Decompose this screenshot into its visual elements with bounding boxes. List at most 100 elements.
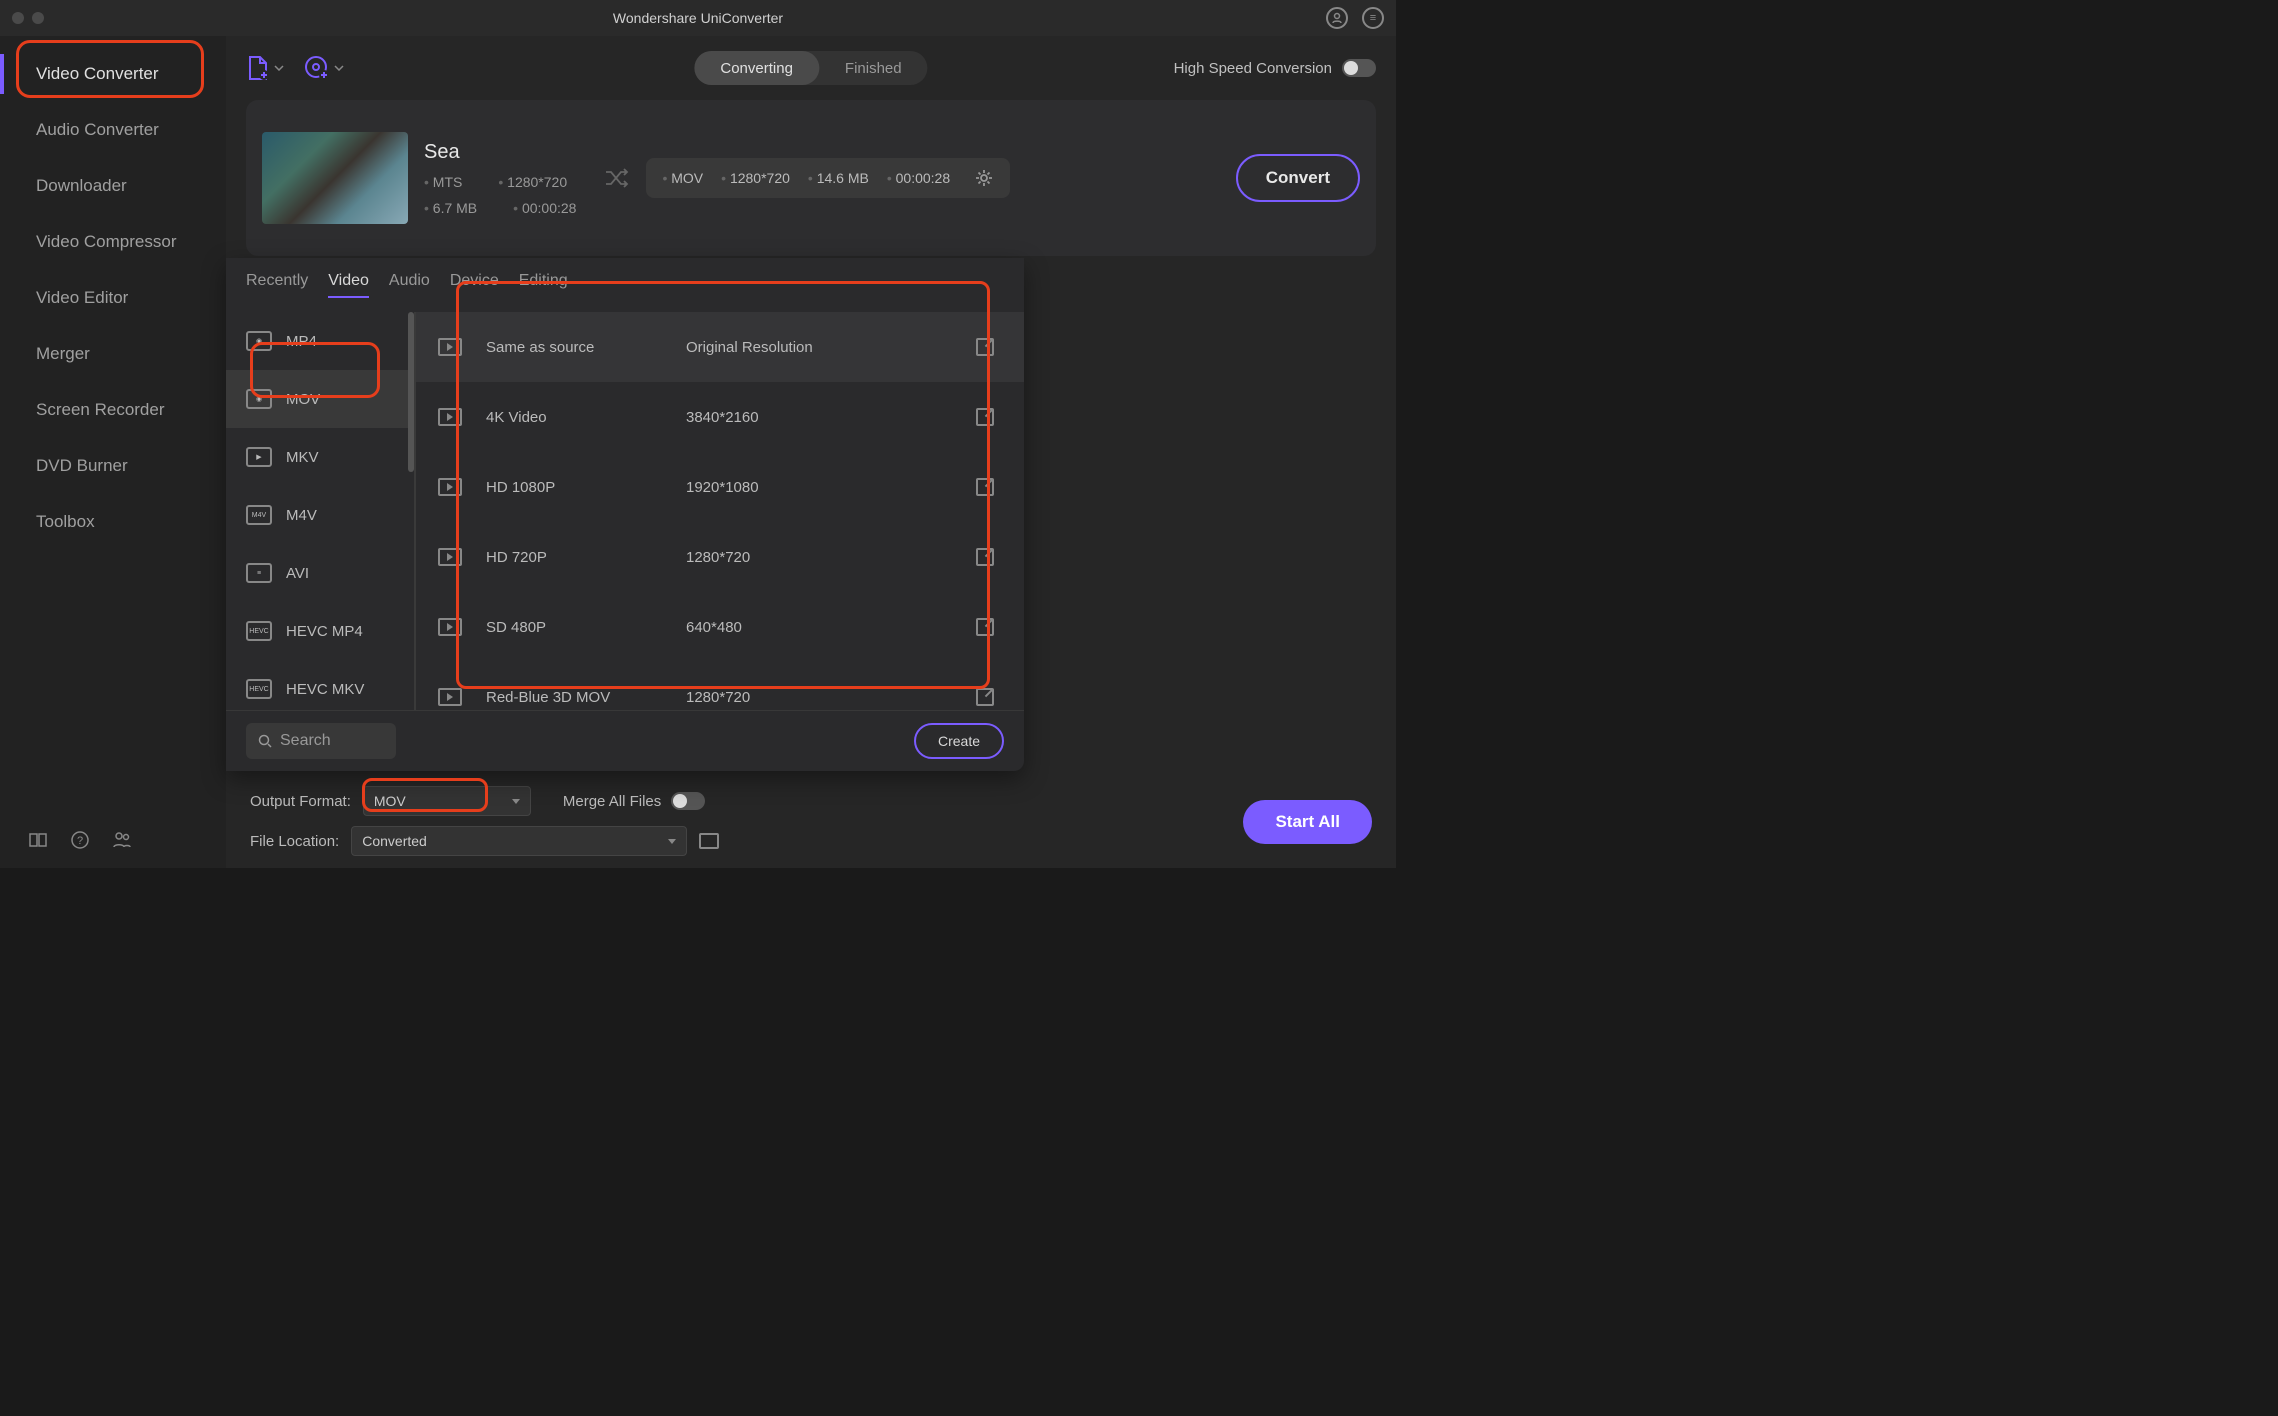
edit-icon[interactable] [976,688,994,706]
sidebar-item-audio-converter[interactable]: Audio Converter [0,102,226,158]
search-icon [258,734,272,748]
format-label: AVI [286,565,309,582]
gear-icon[interactable] [974,168,994,188]
sidebar-item-label: Downloader [36,176,127,196]
sidebar-item-label: Video Converter [36,64,159,84]
fp-tab-editing[interactable]: Editing [519,272,568,298]
convert-button[interactable]: Convert [1236,154,1360,202]
film-icon: ▶ [246,447,272,467]
titlebar: Wondershare UniConverter ≡ [0,0,1396,36]
video-thumbnail[interactable] [262,132,408,224]
edit-icon[interactable] [976,408,994,426]
fp-tab-recently[interactable]: Recently [246,272,308,298]
edit-icon[interactable] [976,618,994,636]
sidebar-item-toolbox[interactable]: Toolbox [0,494,226,550]
bottom-bar: Output Format: MOV Merge All Files File … [226,778,1396,868]
resolution-item[interactable]: Red-Blue 3D MOV 1280*720 [416,662,1024,710]
shuffle-icon [602,164,630,192]
format-item-hevc-mkv[interactable]: HEVCHEVC MKV [226,660,414,710]
src-dur: 00:00:28 [513,200,576,216]
res-dim: 1280*720 [686,549,952,566]
sidebar-item-screen-recorder[interactable]: Screen Recorder [0,382,226,438]
src-dim: 1280*720 [498,174,567,190]
resolution-list[interactable]: Same as source Original Resolution 4K Vid… [416,312,1024,710]
users-icon[interactable] [112,830,132,850]
tab-finished[interactable]: Finished [819,51,928,85]
edit-icon[interactable] [976,338,994,356]
sidebar-item-label: Video Editor [36,288,128,308]
file-location-label: File Location: [250,833,339,850]
video-icon [438,478,462,496]
content-area: Converting Finished High Speed Conversio… [226,36,1396,868]
sidebar-item-video-editor[interactable]: Video Editor [0,270,226,326]
feedback-icon[interactable]: ≡ [1362,7,1384,29]
format-item-m4v[interactable]: M4VM4V [226,486,414,544]
account-icon[interactable] [1326,7,1348,29]
guide-icon[interactable] [28,830,48,850]
video-icon [438,408,462,426]
resolution-item[interactable]: HD 720P 1280*720 [416,522,1024,592]
output-format-value: MOV [374,793,406,809]
sidebar-item-video-compressor[interactable]: Video Compressor [0,214,226,270]
format-label: M4V [286,507,317,524]
res-name: Same as source [486,339,662,356]
format-item-avi[interactable]: ≡ AVI [226,544,414,602]
res-dim: Original Resolution [686,339,952,356]
resolution-item[interactable]: Same as source Original Resolution [416,312,1024,382]
file-location-select[interactable]: Converted [351,826,687,856]
film-icon: ≡ [246,563,272,583]
res-name: 4K Video [486,409,662,426]
format-item-mkv[interactable]: ▶MKV [226,428,414,486]
sidebar-item-label: Toolbox [36,512,95,532]
resolution-item[interactable]: HD 1080P 1920*1080 [416,452,1024,522]
edit-icon[interactable] [976,548,994,566]
output-format-select[interactable]: MOV [363,786,531,816]
res-name: SD 480P [486,619,662,636]
disc-icon: ◉ [246,331,272,351]
res-dim: 1280*720 [686,689,952,706]
fp-tab-audio[interactable]: Audio [389,272,430,298]
svg-text:?: ? [77,835,83,847]
file-card: Sea MTS 1280*720 6.7 MB 00:00:28 MOV 128… [246,100,1376,256]
film-icon: HEVC [246,679,272,699]
format-item-mp4[interactable]: ◉MP4 [226,312,414,370]
search-placeholder: Search [280,732,331,750]
fp-tab-video[interactable]: Video [328,272,369,298]
sidebar: Video Converter Audio Converter Download… [0,36,226,868]
res-name: HD 720P [486,549,662,566]
hsc-toggle[interactable] [1342,59,1376,77]
add-dvd-button[interactable] [304,55,344,81]
format-search-input[interactable]: Search [246,723,396,759]
sidebar-item-dvd-burner[interactable]: DVD Burner [0,438,226,494]
create-format-button[interactable]: Create [914,723,1004,759]
edit-icon[interactable] [976,478,994,496]
help-icon[interactable]: ? [70,830,90,850]
sidebar-item-video-converter[interactable]: Video Converter [0,46,226,102]
fp-tab-device[interactable]: Device [450,272,499,298]
output-settings-pill[interactable]: MOV 1280*720 14.6 MB 00:00:28 [646,158,1010,198]
resolution-item[interactable]: SD 480P640*480 [416,592,1024,662]
tab-converting[interactable]: Converting [694,51,819,85]
sidebar-item-merger[interactable]: Merger [0,326,226,382]
res-name: Red-Blue 3D MOV [486,689,662,706]
merge-label: Merge All Files [563,793,661,810]
merge-toggle[interactable] [671,792,705,810]
sidebar-item-downloader[interactable]: Downloader [0,158,226,214]
chevron-down-icon [334,65,344,71]
open-folder-icon[interactable] [699,833,719,849]
out-dim: 1280*720 [721,170,790,186]
sidebar-item-label: Video Compressor [36,232,176,252]
format-item-hevc-mp4[interactable]: HEVCHEVC MP4 [226,602,414,660]
res-name: HD 1080P [486,479,662,496]
res-dim: 1920*1080 [686,479,952,496]
film-icon: HEVC [246,621,272,641]
start-all-button[interactable]: Start All [1243,800,1372,844]
format-item-mov[interactable]: ◉MOV [226,370,414,428]
window-controls[interactable] [12,12,44,24]
src-format: MTS [424,174,462,190]
add-file-button[interactable] [246,55,284,81]
disc-icon: ◉ [246,389,272,409]
format-list[interactable]: ◉MP4 ◉MOV ▶MKV M4VM4V ≡AVI HEVCHEVC MP4 … [226,312,416,710]
file-location-value: Converted [362,833,427,849]
resolution-item[interactable]: 4K Video3840*2160 [416,382,1024,452]
